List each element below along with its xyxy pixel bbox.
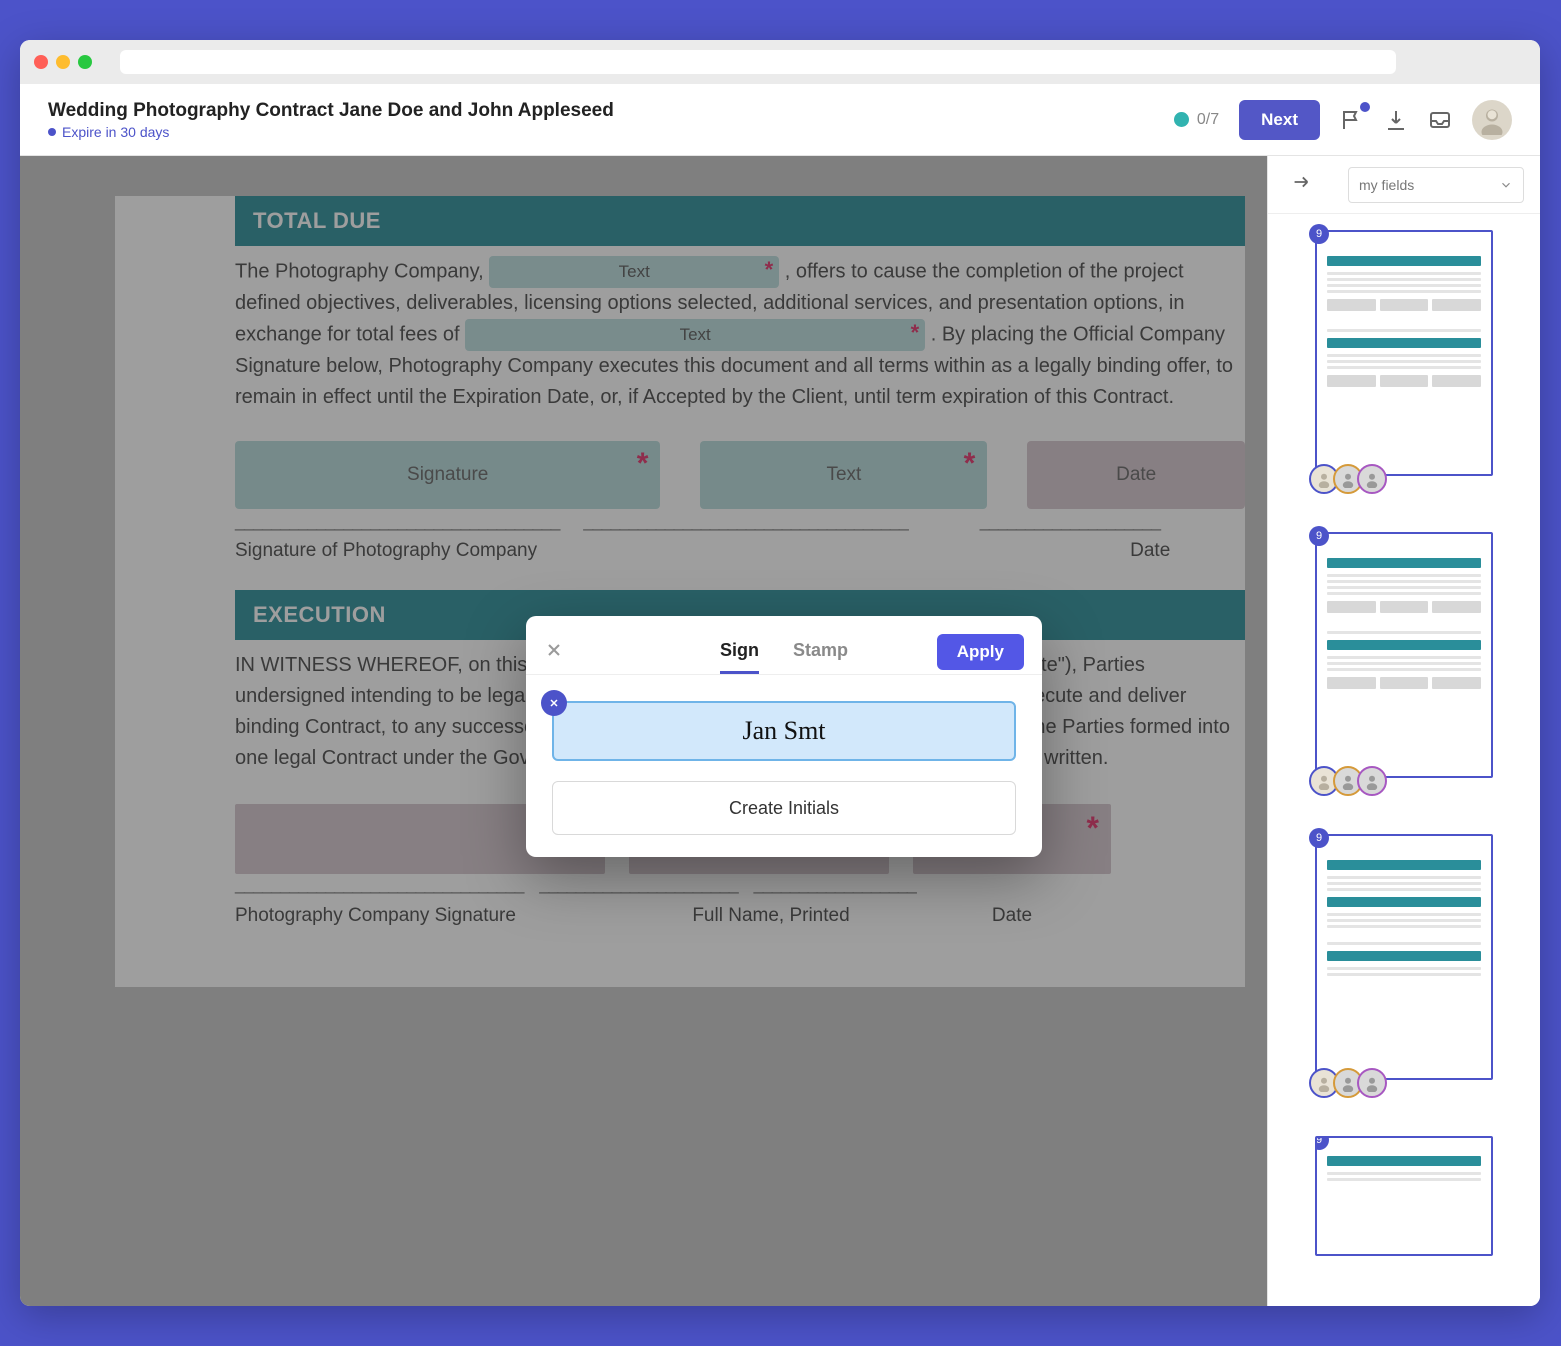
- browser-chrome: [20, 40, 1540, 84]
- close-icon[interactable]: [544, 640, 564, 665]
- page-thumbnail[interactable]: 9: [1315, 230, 1493, 476]
- maximize-window-icon[interactable]: [78, 55, 92, 69]
- page-thumbnail[interactable]: 9: [1315, 532, 1493, 778]
- modal-tabs: Sign Stamp: [720, 640, 848, 674]
- url-bar[interactable]: [120, 50, 1396, 74]
- document-title: Wedding Photography Contract Jane Doe an…: [48, 100, 1154, 122]
- tab-stamp[interactable]: Stamp: [793, 640, 848, 674]
- create-initials-button[interactable]: Create Initials: [552, 781, 1016, 835]
- field-count-badge: 9: [1315, 1136, 1329, 1150]
- minimize-window-icon[interactable]: [56, 55, 70, 69]
- download-icon[interactable]: [1384, 108, 1408, 132]
- side-panel: my fields 9: [1267, 156, 1540, 1306]
- expire-row: Expire in 30 days: [48, 124, 1154, 140]
- field-count-badge: 9: [1309, 526, 1329, 546]
- field-count-badge: 9: [1309, 224, 1329, 244]
- signer-avatars: [1309, 766, 1381, 796]
- field-count-badge: 9: [1309, 828, 1329, 848]
- main-area: TOTAL DUE The Photography Company, Text …: [20, 156, 1540, 1306]
- signature-preview-wrapper: Jan Smt: [526, 675, 1042, 761]
- traffic-lights: [34, 55, 92, 69]
- progress-indicator: 0/7: [1174, 111, 1219, 129]
- app-window: Wedding Photography Contract Jane Doe an…: [20, 40, 1540, 1306]
- progress-dot-icon: [1174, 112, 1189, 127]
- signature-text: Jan Smt: [742, 716, 825, 746]
- side-panel-header: my fields: [1268, 156, 1540, 214]
- inbox-icon[interactable]: [1428, 108, 1452, 132]
- modal-header: Sign Stamp Apply: [526, 616, 1042, 674]
- title-block: Wedding Photography Contract Jane Doe an…: [48, 100, 1154, 140]
- page-thumbnail[interactable]: 9: [1315, 834, 1493, 1080]
- chevron-down-icon: [1499, 178, 1513, 192]
- expire-dot-icon: [48, 128, 56, 136]
- signer-avatar-icon: [1357, 464, 1387, 494]
- close-window-icon[interactable]: [34, 55, 48, 69]
- signature-modal: Sign Stamp Apply Jan Smt Create Initials: [526, 616, 1042, 857]
- page-thumbnails[interactable]: 9 9: [1268, 214, 1540, 1306]
- dropdown-label: my fields: [1359, 177, 1414, 193]
- page-thumbnail[interactable]: 9: [1315, 1136, 1493, 1256]
- flag-icon[interactable]: [1340, 108, 1364, 132]
- collapse-arrow-icon[interactable]: [1290, 171, 1312, 198]
- next-button[interactable]: Next: [1239, 100, 1320, 140]
- remove-signature-icon[interactable]: [541, 690, 567, 716]
- signature-preview[interactable]: Jan Smt: [552, 701, 1016, 761]
- tab-sign[interactable]: Sign: [720, 640, 759, 674]
- signer-avatars: [1309, 1068, 1381, 1098]
- signer-avatars: [1309, 464, 1381, 494]
- signer-avatar-icon: [1357, 1068, 1387, 1098]
- app-header: Wedding Photography Contract Jane Doe an…: [20, 84, 1540, 156]
- progress-count: 0/7: [1197, 111, 1219, 129]
- apply-button[interactable]: Apply: [937, 634, 1024, 670]
- expire-text: Expire in 30 days: [62, 124, 169, 140]
- fields-filter-dropdown[interactable]: my fields: [1348, 167, 1524, 203]
- user-avatar[interactable]: [1472, 100, 1512, 140]
- signer-avatar-icon: [1357, 766, 1387, 796]
